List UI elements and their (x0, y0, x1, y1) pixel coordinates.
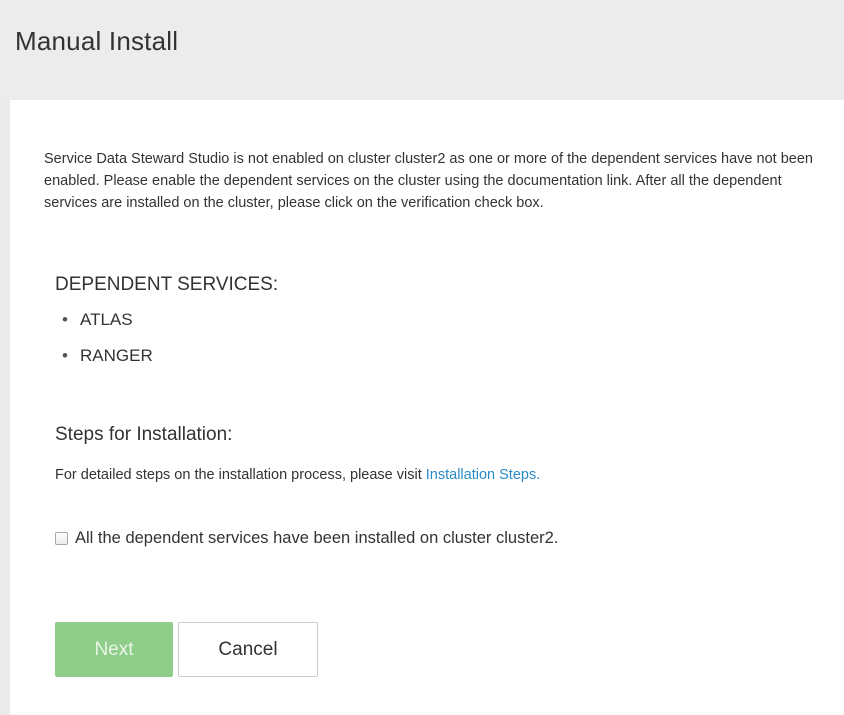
next-button[interactable]: Next (55, 622, 173, 677)
cancel-button[interactable]: Cancel (178, 622, 318, 677)
installation-steps-link[interactable]: Installation Steps. (426, 467, 540, 483)
list-item: • RANGER (62, 338, 153, 374)
steps-text: For detailed steps on the installation p… (55, 467, 540, 483)
page-title: Manual Install (15, 26, 179, 56)
verification-checkbox[interactable] (55, 532, 68, 545)
dependent-services-list: • ATLAS • RANGER (62, 302, 153, 374)
verification-row: All the dependent services have been ins… (55, 529, 558, 548)
dependent-services-heading: DEPENDENT SERVICES: (55, 274, 279, 295)
page-header: Manual Install (0, 0, 844, 100)
steps-heading: Steps for Installation: (55, 424, 233, 445)
service-name: ATLAS (80, 310, 133, 329)
list-item: • ATLAS (62, 302, 153, 338)
description-text: Service Data Steward Studio is not enabl… (44, 151, 813, 211)
bullet-icon: • (62, 310, 68, 329)
bullet-icon: • (62, 346, 68, 365)
service-name: RANGER (80, 346, 153, 365)
steps-description: For detailed steps on the installation p… (55, 467, 426, 483)
page-frame: Manual Install Service Data Steward Stud… (0, 0, 844, 715)
verification-label[interactable]: All the dependent services have been ins… (75, 529, 558, 548)
